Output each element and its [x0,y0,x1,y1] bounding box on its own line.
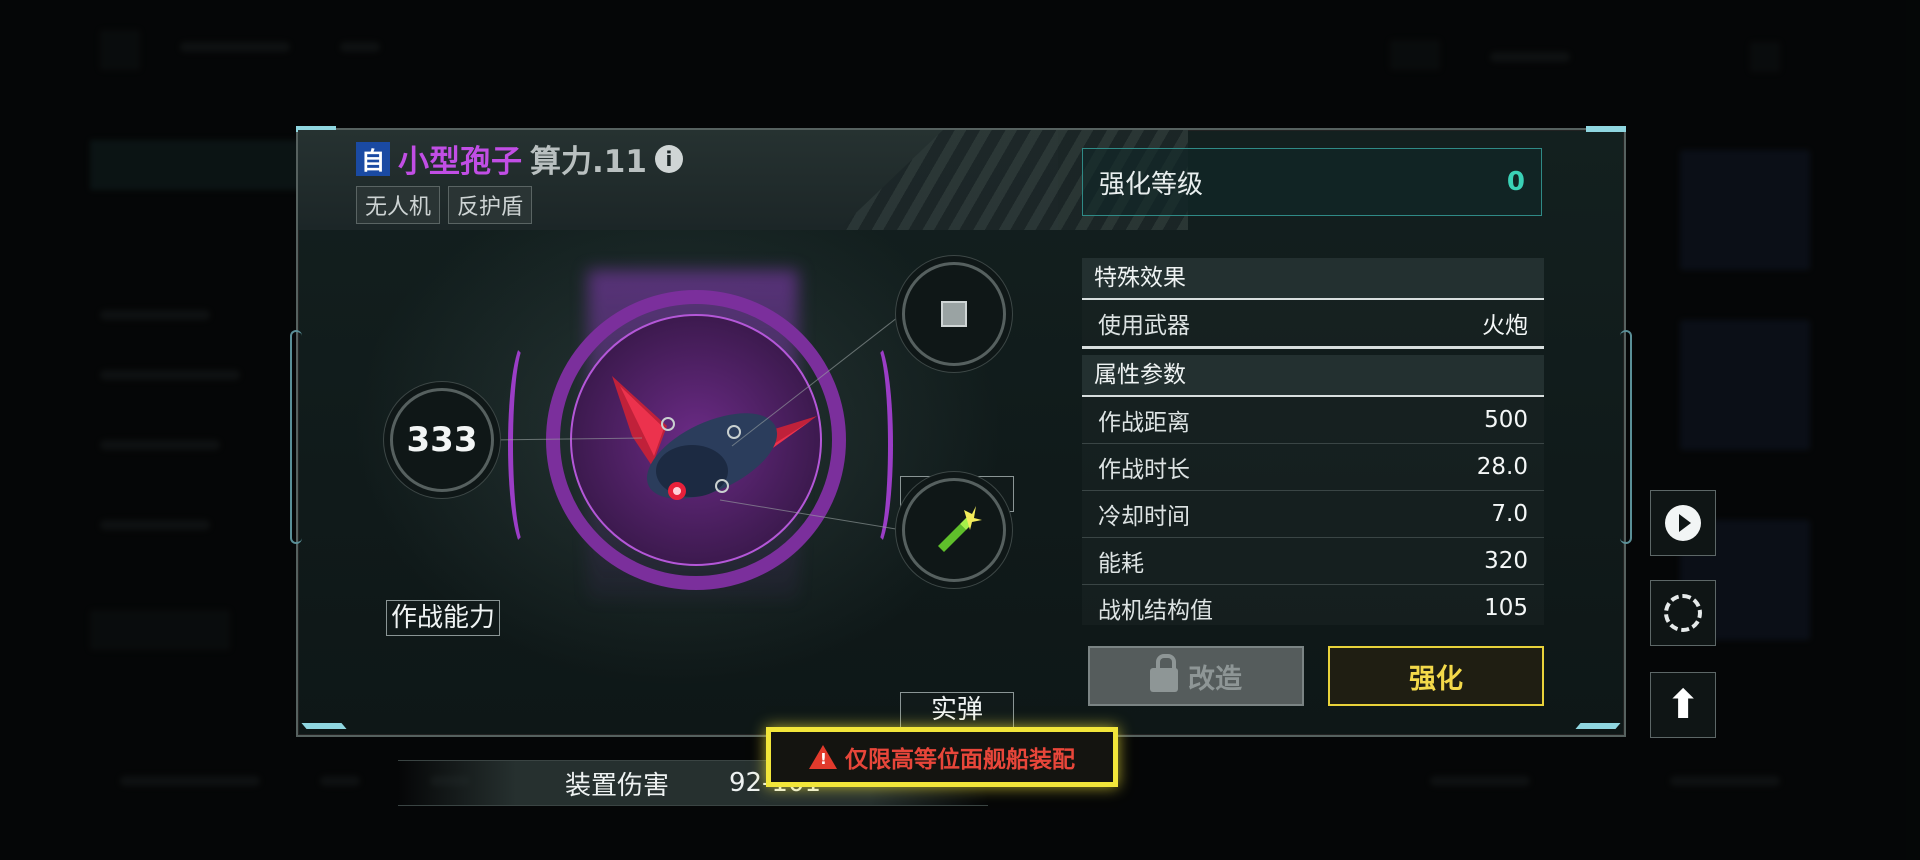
device-damage-label: 装置伤害 [564,770,669,801]
attributes-list[interactable]: 作战距离 500 作战时长 28.0 冷却时间 7.0 能耗 320 战机结构值… [1082,397,1544,625]
weapon-label: 使用武器 [1098,313,1190,339]
combat-power-value: 333 [406,420,478,460]
attr-row: 作战时长 28.0 [1082,444,1544,491]
combat-power-label: 作战能力 [386,600,501,636]
arrow-up-icon: ⬆ [1666,682,1700,728]
play-button[interactable] [1650,490,1716,556]
attr-label: 冷却时间 [1098,504,1190,530]
info-icon[interactable]: i [654,144,683,173]
attr-label: 能耗 [1098,551,1144,577]
ammo-type-label: 实弹 [900,692,1014,728]
restriction-warning-text: 仅限高等位面舰船装配 [845,747,1075,773]
spec-circle[interactable] [902,262,1006,366]
attr-row: 战机结构值 105 [1082,585,1544,625]
attr-value: 28.0 [1476,454,1528,480]
attr-value: 320 [1484,548,1528,574]
panel-side-rail [1620,330,1632,544]
special-effects-header: 特殊效果 [1082,258,1544,300]
weapon-value: 火炮 [1482,313,1528,339]
item-title-row: 自 小型孢子 算力.11 i [356,136,683,181]
enhance-button[interactable]: 强化 [1328,646,1544,706]
restriction-warning: ! 仅限高等位面舰船装配 [766,727,1118,787]
rotate-button[interactable] [1650,580,1716,646]
ammo-type-circle[interactable] [902,478,1006,582]
panel-corner-decoration [1586,126,1626,132]
weapon-row: 使用武器 火炮 [1082,300,1544,349]
attr-value: 500 [1484,407,1528,433]
shell-icon [938,506,982,552]
stats-column: 特殊效果 使用武器 火炮 属性参数 作战距离 500 作战时长 28.0 冷却时… [1082,258,1544,625]
tag-drone: 无人机 [356,186,441,224]
attributes-header: 属性参数 [1082,355,1544,397]
attr-row: 作战距离 500 [1082,397,1544,444]
equipment-detail-panel: 自 小型孢子 算力.11 i 无人机 反护盾 强化等级 0 333 作战能力 实… [290,126,1632,806]
attr-label: 作战时长 [1098,457,1190,483]
attr-value: 105 [1484,595,1528,621]
attr-label: 作战距离 [1098,410,1190,436]
attr-row: 冷却时间 7.0 [1082,491,1544,538]
upgrade-arrow-button[interactable]: ⬆ [1650,672,1716,738]
lock-icon [1150,654,1178,692]
attr-label: 战机结构值 [1098,598,1213,624]
tag-anti-shield: 反护盾 [448,186,533,224]
enhance-level-value: 0 [1506,167,1525,197]
rotate-icon [1664,594,1702,632]
enhance-button-label: 强化 [1409,663,1463,695]
item-tags: 无人机 反护盾 [356,186,533,224]
combat-power-circle: 333 [390,388,494,492]
item-compute-power: 算力.11 [530,144,647,180]
attr-value: 7.0 [1491,501,1528,527]
play-icon [1665,505,1701,541]
spec-square-icon [941,301,967,327]
enhance-level-box: 强化等级 0 [1082,148,1542,216]
auto-badge: 自 [356,141,390,176]
attr-row: 能耗 320 [1082,538,1544,585]
enhance-level-label: 强化等级 [1099,169,1204,200]
item-name: 小型孢子 [398,144,522,180]
warning-triangle-icon: ! [809,745,837,769]
modify-button[interactable]: 改造 [1088,646,1304,706]
item-visual-stage: 333 作战能力 规格 实弹 装置伤害 92-101 [298,230,1058,806]
panel-corner-decoration [1575,723,1621,729]
modify-button-label: 改造 [1188,663,1242,695]
